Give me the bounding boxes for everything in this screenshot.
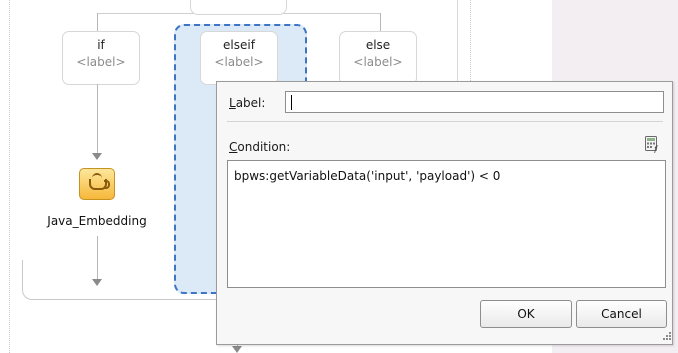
else-branch[interactable]: else <label> <box>339 31 417 85</box>
ok-button[interactable]: OK <box>480 300 572 328</box>
condition-dialog: Label: Condition: f bpws:getVariableData… <box>216 81 673 345</box>
branch-label: <label> <box>353 55 403 69</box>
if-branch[interactable]: if <label> <box>62 31 140 85</box>
switch-node[interactable] <box>190 0 287 15</box>
branch-title: else <box>365 38 391 52</box>
condition-label: Condition: <box>229 140 291 154</box>
branch-label: <label> <box>76 55 126 69</box>
elseif-branch[interactable]: elseif <label> <box>200 31 278 85</box>
label-input[interactable] <box>285 91 664 113</box>
swimlane-divider <box>470 0 471 81</box>
divider <box>227 121 663 122</box>
text-caret <box>291 95 292 110</box>
java-embedding-icon[interactable] <box>79 168 115 200</box>
cancel-button[interactable]: Cancel <box>576 300 667 328</box>
branch-label: <label> <box>214 55 264 69</box>
branch-title: elseif <box>223 38 255 52</box>
label-field-label: Label: <box>229 96 266 110</box>
activity-label: Java_Embedding <box>47 214 147 228</box>
swimlane-divider <box>457 0 458 81</box>
svg-text:f: f <box>653 145 659 153</box>
flow-line <box>380 13 381 31</box>
swimlane-divider <box>9 0 10 353</box>
flow-line <box>97 84 98 154</box>
branch-title: if <box>97 38 105 52</box>
arrow-down-icon <box>232 346 242 353</box>
condition-textarea[interactable]: bpws:getVariableData('input', 'payload')… <box>227 160 666 288</box>
flow-line <box>97 13 98 31</box>
resize-grip-icon[interactable] <box>663 332 672 341</box>
expression-builder-icon[interactable]: f <box>645 136 661 154</box>
arrow-down-icon <box>92 153 102 160</box>
